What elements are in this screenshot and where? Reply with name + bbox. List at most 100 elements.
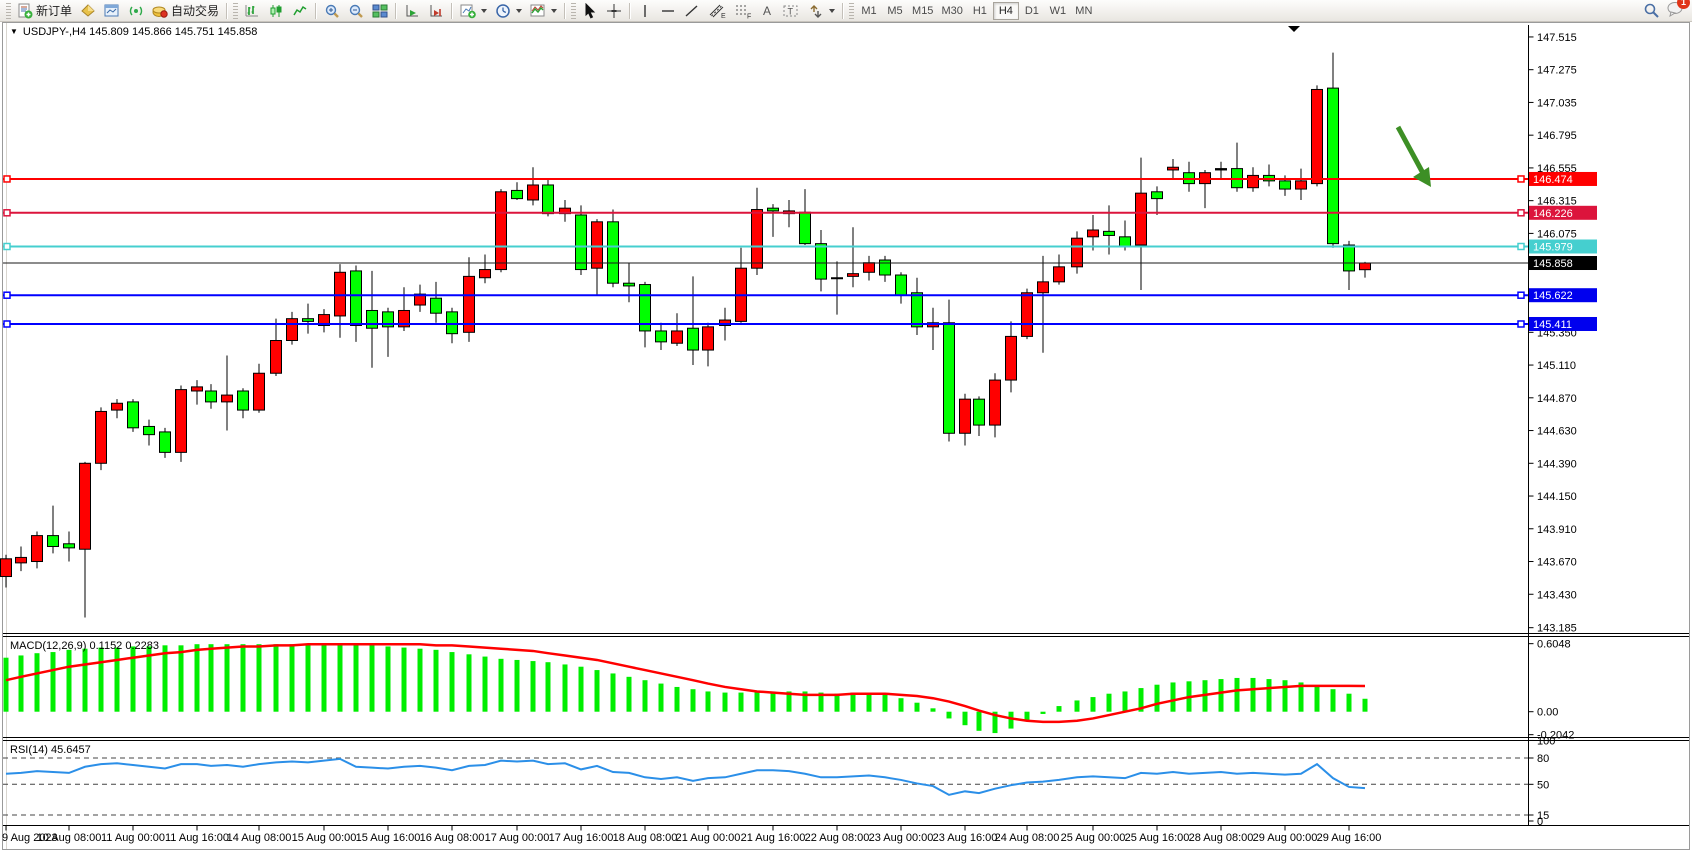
line-handle[interactable] [1518, 210, 1524, 216]
macd-histogram-bar [1155, 685, 1160, 712]
step-end-button[interactable] [424, 1, 448, 21]
timeframe-button-M1[interactable]: M1 [856, 2, 882, 20]
candle-body [192, 387, 203, 391]
bar-chart-button[interactable] [240, 1, 264, 21]
candle-body [672, 331, 683, 343]
step-forward-button[interactable] [400, 1, 424, 21]
line-handle[interactable] [4, 244, 10, 250]
signals-button[interactable] [124, 1, 148, 21]
candle-body [144, 426, 155, 434]
horizontal-line-button[interactable] [656, 1, 680, 21]
chart-canvas[interactable]: 147.515147.275147.035146.795146.555146.3… [0, 0, 1692, 852]
signals-icon [128, 3, 144, 19]
add-indicator-button[interactable] [456, 1, 491, 21]
line-handle[interactable] [1518, 321, 1524, 327]
candle-body [80, 463, 91, 549]
candle-body [1054, 267, 1065, 282]
time-tick-label: 10 Aug 08:00 [37, 832, 102, 844]
chart-title[interactable]: ▼ USDJPY-,H4 145.809 145.866 145.751 145… [10, 26, 257, 38]
arrange-windows-button[interactable] [368, 1, 392, 21]
macd-histogram-bar [691, 689, 696, 712]
timeframe-button-H4[interactable]: H4 [993, 2, 1019, 20]
timeframe-button-D1[interactable]: D1 [1019, 2, 1045, 20]
macd-histogram-bar [467, 654, 472, 711]
macd-histogram-bar [931, 708, 936, 711]
periods-button[interactable] [491, 1, 526, 21]
candle-body [832, 278, 843, 279]
price-tag-label: 145.622 [1533, 290, 1573, 302]
crosshair-button[interactable] [602, 1, 626, 21]
chat-button[interactable]: 1 [1666, 0, 1684, 22]
candlestick-chart-button[interactable] [264, 1, 288, 21]
candle-body [1168, 167, 1179, 170]
candle-body [351, 271, 362, 326]
arrows-button[interactable] [804, 1, 839, 21]
line-handle[interactable] [1518, 176, 1524, 182]
candle-body [912, 293, 923, 327]
candle-body [1088, 230, 1099, 237]
macd-histogram-bar [225, 644, 230, 712]
candle-body [1038, 282, 1049, 293]
macd-histogram-bar [499, 659, 504, 712]
line-handle[interactable] [4, 210, 10, 216]
line-chart-button[interactable] [288, 1, 312, 21]
macd-histogram-bar [643, 680, 648, 712]
candle-body [608, 222, 619, 283]
macd-histogram-bar [515, 660, 520, 712]
text-label-button[interactable]: T [778, 1, 804, 21]
separator [451, 3, 453, 19]
text-button[interactable]: A [756, 1, 778, 21]
macd-histogram-bar [531, 661, 536, 712]
timeframe-button-H1[interactable]: H1 [967, 2, 993, 20]
line-handle[interactable] [4, 176, 10, 182]
macd-histogram-bar [483, 657, 488, 712]
line-handle[interactable] [4, 321, 10, 327]
templates-button[interactable] [526, 1, 561, 21]
candle-body [1006, 336, 1017, 380]
svg-text:A: A [763, 4, 771, 18]
macd-histogram-bar [1171, 682, 1176, 711]
channel-button[interactable]: E [704, 1, 730, 21]
arrows-icon [808, 3, 824, 19]
market-watch-button[interactable] [76, 1, 100, 21]
macd-histogram-bar [434, 650, 439, 712]
timeframe-button-M30[interactable]: M30 [937, 2, 966, 20]
zoom-out-button[interactable] [344, 1, 368, 21]
timeframe-button-MN[interactable]: MN [1071, 2, 1097, 20]
macd-histogram-bar [83, 649, 88, 712]
time-tick-label: 14 Aug 08:00 [227, 832, 292, 844]
macd-histogram-bar [1107, 694, 1112, 712]
timeframe-button-M15[interactable]: M15 [908, 2, 937, 20]
new-order-button[interactable]: 新订单 [13, 1, 76, 21]
cursor-button[interactable] [578, 1, 602, 21]
timeframe-button-M5[interactable]: M5 [882, 2, 908, 20]
line-handle[interactable] [4, 292, 10, 298]
horizontal-line-icon [660, 3, 676, 19]
candlestick-chart-icon [268, 3, 284, 19]
price-tick-label: 144.870 [1537, 393, 1577, 405]
time-tick-label: 15 Aug 16:00 [356, 832, 421, 844]
search-icon[interactable] [1643, 2, 1660, 19]
price-tick-label: 144.630 [1537, 426, 1577, 438]
vertical-line-button[interactable] [634, 1, 656, 21]
line-handle[interactable] [1518, 244, 1524, 250]
macd-histogram-bar [835, 694, 840, 712]
macd-histogram-bar [115, 648, 120, 712]
time-tick-label: 23 Aug 16:00 [933, 832, 998, 844]
macd-histogram-bar [1347, 694, 1352, 712]
trendline-icon [684, 3, 700, 19]
timeframe-button-W1[interactable]: W1 [1045, 2, 1071, 20]
data-window-button[interactable] [100, 1, 124, 21]
fibonacci-button[interactable]: F [730, 1, 756, 21]
macd-histogram-bar [386, 646, 391, 711]
macd-histogram-bar [1363, 699, 1368, 712]
macd-histogram-bar [771, 691, 776, 711]
line-handle[interactable] [1518, 292, 1524, 298]
time-tick-label: 21 Aug 00:00 [676, 832, 741, 844]
dropdown-caret-icon [516, 9, 522, 13]
zoom-in-button[interactable] [320, 1, 344, 21]
candle-body [974, 399, 985, 425]
trendline-button[interactable] [680, 1, 704, 21]
price-tick-label: 147.515 [1537, 32, 1577, 44]
autotrade-button[interactable]: 自动交易 [148, 1, 223, 21]
